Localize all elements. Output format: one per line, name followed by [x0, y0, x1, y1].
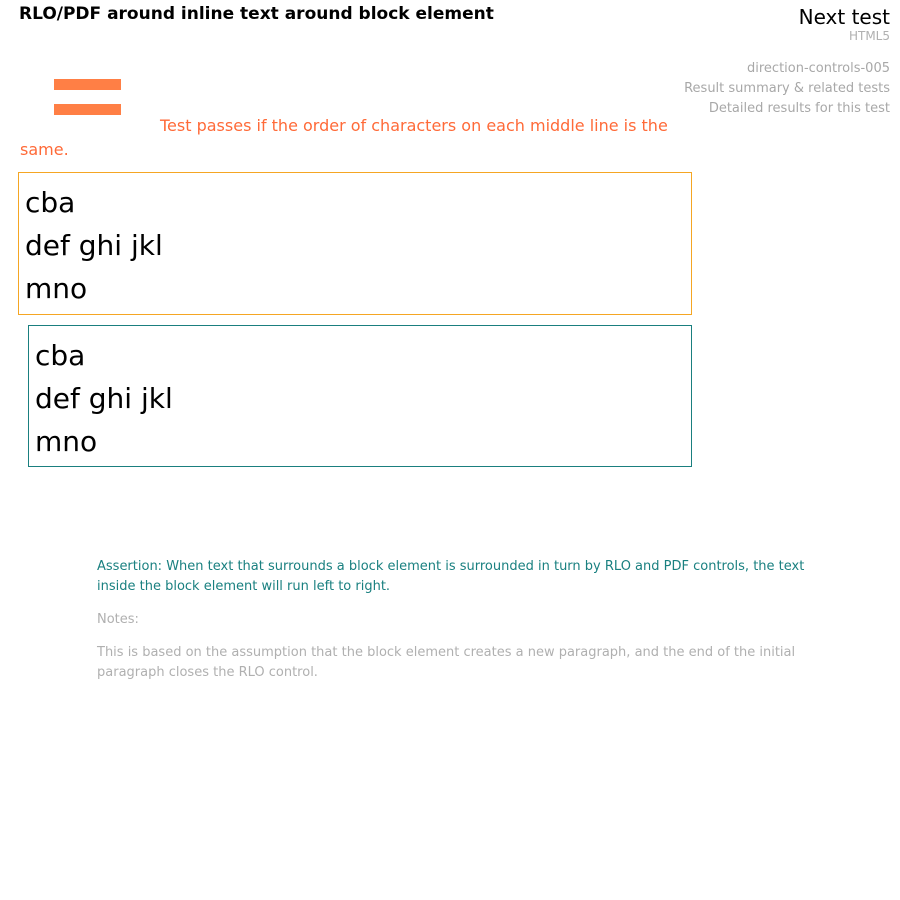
detailed-results-link[interactable]: Detailed results for this test: [684, 99, 890, 119]
test-instructions: Test passes if the order of characters o…: [20, 116, 668, 159]
result-summary-link[interactable]: Result summary & related tests: [684, 79, 890, 99]
equals-icon: [54, 79, 121, 115]
test-line-2: def ghi jkl: [25, 229, 163, 262]
spec-link[interactable]: HTML5: [849, 29, 890, 43]
reference-line-2: def ghi jkl: [35, 382, 173, 415]
notes-text: This is based on the assumption that the…: [97, 645, 796, 680]
test-box: cba def ghi jkl mno: [18, 172, 692, 315]
next-test-link[interactable]: Next test: [799, 5, 890, 29]
notes-label: Notes:: [97, 612, 139, 627]
reference-line-1: cba: [35, 339, 86, 372]
assertion-text: Assertion: When text that surrounds a bl…: [97, 559, 805, 594]
page-title: RLO/PDF around inline text around block …: [19, 4, 494, 24]
reference-box: cba def ghi jkl mno: [28, 325, 692, 467]
equals-bar-top: [54, 79, 121, 90]
reference-line-3: mno: [35, 425, 98, 458]
test-line-1: cba: [25, 186, 76, 219]
test-id-link[interactable]: direction-controls-005: [684, 59, 890, 79]
test-line-3: mno: [25, 272, 88, 305]
test-meta-links: direction-controls-005 Result summary & …: [684, 59, 890, 119]
